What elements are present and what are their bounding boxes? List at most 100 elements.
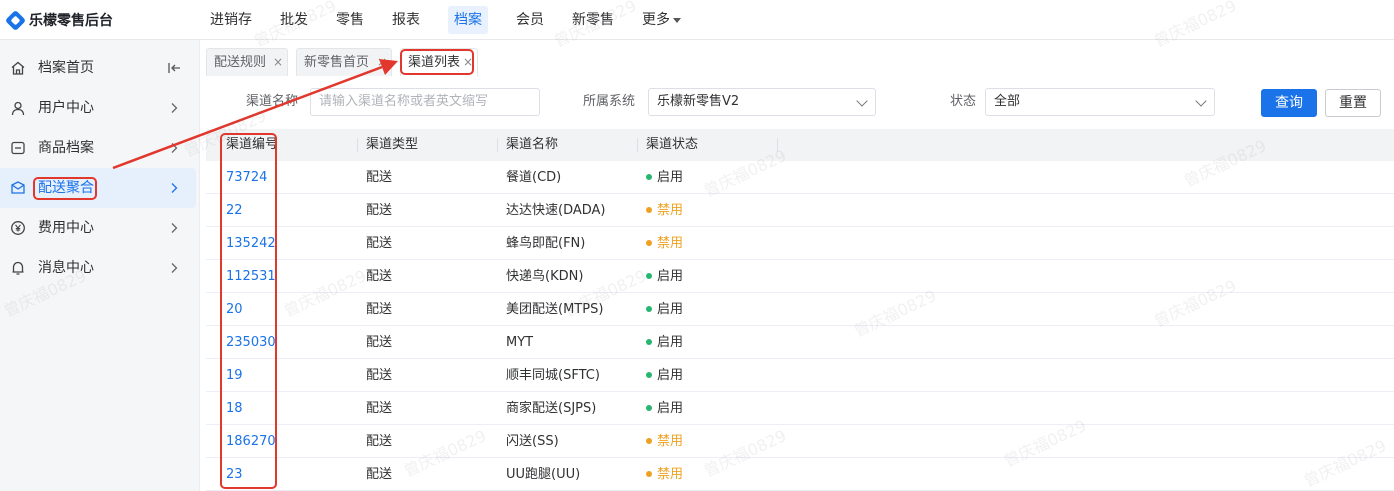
system-select[interactable]: 乐檬新零售V2 — [648, 88, 876, 116]
collapse-sidebar-icon[interactable] — [166, 60, 182, 76]
topnav-item-more[interactable]: 更多 — [628, 0, 695, 40]
status-text: 启用 — [657, 269, 684, 284]
topnav-item-reports[interactable]: 报表 — [378, 0, 434, 40]
column-header-name: 渠道名称 — [506, 137, 559, 152]
chevron-down-icon — [1195, 95, 1207, 107]
app-logo[interactable]: 乐檬零售后台 — [4, 9, 113, 31]
channel-type: 配送 — [366, 401, 393, 416]
channel-name: 快递鸟(KDN) — [506, 269, 584, 284]
tab-new-retail-home[interactable]: 新零售首页 × — [296, 48, 392, 76]
status-dot-icon — [646, 338, 652, 345]
channel-status: 禁用 — [646, 425, 683, 458]
table-row: 112531 配送 快递鸟(KDN) 启用 — [206, 260, 1394, 293]
table-row: 18 配送 商家配送(SJPS) 启用 — [206, 392, 1394, 425]
sidebar-item-user-center[interactable]: 用户中心 — [0, 88, 196, 128]
home-icon — [11, 61, 25, 75]
delivery-icon — [11, 181, 25, 194]
channel-type: 配送 — [366, 467, 393, 482]
status-text: 启用 — [657, 302, 684, 317]
chevron-right-icon — [171, 263, 178, 273]
channel-type: 配送 — [366, 269, 393, 284]
user-icon — [11, 101, 25, 116]
channel-status: 启用 — [646, 359, 683, 392]
status-text: 禁用 — [657, 203, 684, 218]
sidebar-item-message-center[interactable]: 消息中心 — [0, 248, 196, 288]
topnav-item-new-retail[interactable]: 新零售 — [558, 0, 628, 40]
sidebar: 档案首页 用户中心 商品档案 配送聚合 费用中心 消息中心 — [0, 40, 200, 491]
status-dot-icon — [646, 173, 652, 180]
sidebar-item-product-archive[interactable]: 商品档案 — [0, 128, 196, 168]
status-dot-icon — [646, 470, 652, 477]
table-row: 20 配送 美团配送(MTPS) 启用 — [206, 293, 1394, 326]
highlight-box — [400, 49, 474, 75]
chevron-down-icon — [856, 95, 868, 107]
logo-icon — [4, 9, 27, 31]
channel-status: 启用 — [646, 326, 683, 359]
column-header-status: 渠道状态 — [646, 137, 699, 152]
channel-type: 配送 — [366, 302, 393, 317]
chevron-right-icon — [171, 103, 178, 113]
topnav-item-members[interactable]: 会员 — [502, 0, 558, 40]
sidebar-item-expense-center[interactable]: 费用中心 — [0, 208, 196, 248]
chevron-right-icon — [171, 223, 178, 233]
yen-icon — [11, 221, 25, 235]
channel-type: 配送 — [366, 236, 393, 251]
channel-type: 配送 — [366, 203, 393, 218]
table-row: 19 配送 顺丰同城(SFTC) 启用 — [206, 359, 1394, 392]
channel-status: 启用 — [646, 161, 683, 194]
channel-status: 禁用 — [646, 227, 683, 260]
chevron-right-icon — [171, 143, 178, 153]
channel-name: 蜂鸟即配(FN) — [506, 236, 586, 251]
topnav-item-archive[interactable]: 档案 — [434, 0, 502, 40]
channel-name: 顺丰同城(SFTC) — [506, 368, 600, 383]
channel-name: MYT — [506, 335, 534, 350]
query-button[interactable]: 查询 — [1261, 89, 1317, 117]
sidebar-item-delivery-aggregation[interactable]: 配送聚合 — [0, 168, 196, 208]
status-dot-icon — [646, 206, 652, 213]
channel-name: 餐道(CD) — [506, 170, 562, 185]
sidebar-item-label: 商品档案 — [38, 140, 94, 156]
sidebar-item-archive-home[interactable]: 档案首页 — [0, 48, 196, 88]
status-label: 状态 — [950, 94, 977, 109]
channel-name: UU跑腿(UU) — [506, 467, 581, 482]
table-row: 186270 配送 闪送(SS) 禁用 — [206, 425, 1394, 458]
column-divider — [637, 138, 638, 152]
status-text: 禁用 — [657, 236, 684, 251]
tab-label: 新零售首页 — [304, 55, 370, 70]
channel-name: 美团配送(MTPS) — [506, 302, 604, 317]
topnav-item-inventory[interactable]: 进销存 — [196, 0, 266, 40]
status-text: 禁用 — [657, 467, 684, 482]
table-row: 235030 配送 MYT 启用 — [206, 326, 1394, 359]
channel-name-label: 渠道名称 — [246, 94, 299, 109]
system-select-value: 乐檬新零售V2 — [657, 94, 740, 109]
channel-name-input[interactable]: 请输入渠道名称或者英文缩写 — [310, 88, 540, 116]
table-header: 渠道编号 渠道类型 渠道名称 渠道状态 — [206, 129, 1394, 161]
top-bar: 乐檬零售后台 进销存 批发 零售 报表 档案 会员 新零售 更多 — [0, 0, 1394, 40]
tab-label: 配送规则 — [214, 55, 267, 70]
status-dot-icon — [646, 371, 652, 378]
top-nav: 进销存 批发 零售 报表 档案 会员 新零售 更多 — [196, 0, 695, 40]
close-icon[interactable]: × — [273, 49, 283, 76]
status-select-value: 全部 — [994, 94, 1021, 109]
channel-type: 配送 — [366, 368, 393, 383]
status-select[interactable]: 全部 — [985, 88, 1215, 116]
channel-status: 启用 — [646, 260, 683, 293]
status-text: 启用 — [657, 170, 684, 185]
topnav-item-wholesale[interactable]: 批发 — [266, 0, 322, 40]
channel-type: 配送 — [366, 170, 393, 185]
channel-name: 闪送(SS) — [506, 434, 559, 449]
product-icon — [11, 141, 25, 155]
channel-status: 禁用 — [646, 194, 683, 227]
topnav-item-retail[interactable]: 零售 — [322, 0, 378, 40]
close-icon[interactable]: × — [377, 49, 387, 76]
tab-delivery-rules[interactable]: 配送规则 × — [206, 48, 288, 76]
channel-type: 配送 — [366, 434, 393, 449]
channel-status: 启用 — [646, 392, 683, 425]
table-row: 73724 配送 餐道(CD) 启用 — [206, 161, 1394, 194]
reset-button[interactable]: 重置 — [1325, 89, 1381, 117]
sidebar-item-label: 费用中心 — [38, 220, 94, 236]
channel-name: 商家配送(SJPS) — [506, 401, 597, 416]
highlight-box — [220, 133, 277, 489]
channel-name: 达达快速(DADA) — [506, 203, 606, 218]
system-label: 所属系统 — [583, 94, 636, 109]
